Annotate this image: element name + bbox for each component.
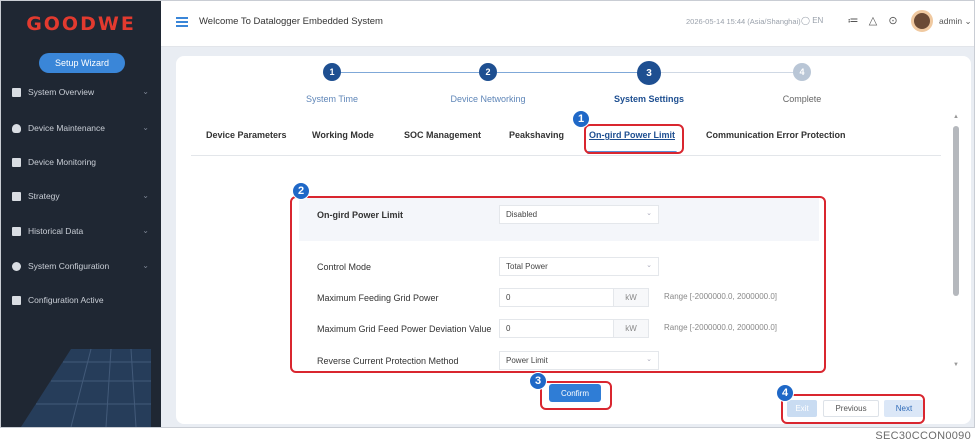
sidebar-item-label: Device Monitoring [28,157,97,167]
highlight-form-area [290,196,826,373]
step-4-label: Complete [782,94,822,104]
step-1-label: System Time [305,94,358,104]
tab-working-mode[interactable]: Working Mode [312,130,374,148]
strategy-icon [12,191,21,201]
sidebar-item-device-maintenance[interactable]: Device Maintenance ⌄ [1,117,161,139]
scrollbar[interactable]: ▲ ▼ [952,114,960,414]
sidebar-item-label: Configuration Active [28,295,104,305]
chevron-down-icon: ⌄ [142,191,149,200]
setup-wizard-button[interactable]: Setup Wizard [39,53,125,73]
globe-icon: ◯ [801,16,810,25]
gear-icon [12,261,21,271]
tab-soc-management[interactable]: SOC Management [404,130,481,148]
gauge-icon [12,87,21,97]
sidebar-item-label: Device Maintenance [28,123,106,133]
sidebar-item-strategy[interactable]: Strategy ⌄ [1,185,161,207]
step-connector [332,72,479,73]
step-connector [497,72,643,73]
tab-device-parameters[interactable]: Device Parameters [206,130,287,148]
user-menu[interactable]: admin ⌄ [939,16,972,27]
step-3-indicator: 3 [637,61,661,85]
tab-communication-error-protection[interactable]: Communication Error Protection [706,130,846,148]
highlight-on-gird-tab [584,124,684,154]
highlight-navigation-buttons [781,394,925,424]
menu-icon[interactable] [176,17,188,27]
step-4-indicator: 4 [793,63,811,81]
callout-badge-1: 1 [572,110,590,128]
warning-icon[interactable]: △ [866,14,880,28]
history-icon [12,226,21,236]
tab-divider [191,155,941,156]
chevron-down-icon: ⌄ [142,87,149,96]
sidebar-item-label: System Configuration [28,261,110,271]
step-2-indicator: 2 [479,63,497,81]
chevron-down-icon: ⌄ [142,123,149,132]
signal-icon[interactable]: ≔ [846,14,860,28]
sidebar-item-device-monitoring[interactable]: Device Monitoring [1,151,161,173]
chevron-down-icon: ⌄ [962,16,972,26]
sidebar-item-historical-data[interactable]: Historical Data ⌄ [1,220,161,242]
tab-peakshaving[interactable]: Peakshaving [509,130,564,148]
chevron-down-icon: ⌄ [142,226,149,235]
sidebar-item-system-overview[interactable]: System Overview ⌄ [1,81,161,103]
language-label: EN [812,16,824,25]
sidebar-item-label: System Overview [28,87,95,97]
solar-panel-illustration [21,348,151,427]
scroll-up-arrow-icon[interactable]: ▲ [952,114,960,120]
brand-logo: GOODWE [26,13,136,35]
sidebar-item-label: Historical Data [28,226,84,236]
sidebar-item-configuration-active[interactable]: Configuration Active [1,289,161,311]
app-window: GOODWE Setup Wizard System Overview ⌄ De… [0,0,975,428]
welcome-text: Welcome To Datalogger Embedded System [199,16,383,27]
avatar[interactable] [911,10,933,32]
language-selector[interactable]: ◯ EN [801,16,823,25]
config-icon [12,295,21,305]
callout-badge-4: 4 [776,384,794,402]
figure-code: SEC30CCON0090 [875,430,971,442]
scrollbar-thumb[interactable] [953,126,959,296]
datetime-display: 2026-05-14 15:44 (Asia/Shanghai) [686,17,801,26]
shield-icon [12,123,21,133]
callout-badge-3: 3 [529,372,547,390]
highlight-confirm-button [540,381,612,410]
sidebar: GOODWE Setup Wizard System Overview ⌄ De… [1,1,161,427]
settings-icon[interactable]: ⊙ [886,14,900,28]
sidebar-item-label: Strategy [28,191,60,201]
step-2-label: Device Networking [450,94,526,104]
chevron-down-icon: ⌄ [142,261,149,270]
user-name: admin [939,16,963,26]
callout-badge-2: 2 [292,182,310,200]
monitor-icon [12,157,21,167]
top-bar: Welcome To Datalogger Embedded System 20… [161,1,974,47]
step-connector [661,72,801,73]
step-3-label: System Settings [613,94,685,104]
step-1-indicator: 1 [323,63,341,81]
sidebar-item-system-configuration[interactable]: System Configuration ⌄ [1,255,161,277]
scroll-down-arrow-icon[interactable]: ▼ [952,362,960,368]
